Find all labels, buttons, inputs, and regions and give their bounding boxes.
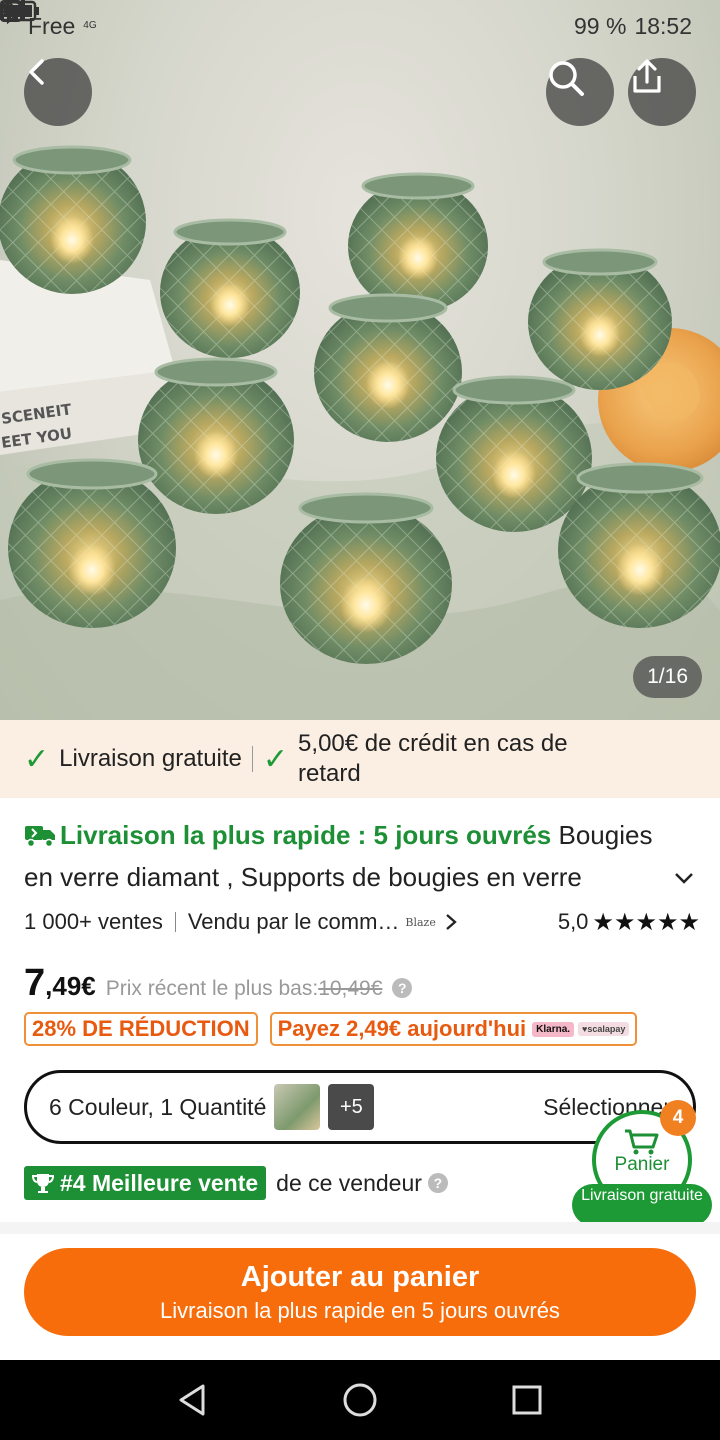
share-icon [633, 59, 661, 93]
best-seller-row[interactable]: #4 Meilleure vente de ce vendeur ? [24, 1166, 448, 1200]
section-divider [0, 1222, 720, 1234]
jar-1 [0, 145, 146, 294]
nav-recents-icon[interactable] [509, 1382, 545, 1418]
old-price: 10,49€ [318, 977, 383, 1000]
best-seller-label: #4 Meilleure vente [60, 1169, 259, 1196]
jar-4 [528, 248, 672, 390]
add-to-cart-button[interactable]: Ajouter au panier Livraison la plus rapi… [24, 1248, 696, 1336]
network-label: 4G [83, 20, 97, 31]
search-button[interactable] [546, 58, 614, 126]
nav-home-icon[interactable] [342, 1382, 378, 1418]
check-icon: ✓ [24, 742, 50, 776]
chevron-down-icon[interactable] [672, 866, 696, 890]
delivery-banner[interactable]: ✓ Livraison gratuite ✓ 5,00€ de crédit e… [0, 720, 720, 798]
jar-7 [436, 375, 592, 532]
price-row: 7,49€ Prix récent le plus bas:10,49€ ? [24, 962, 413, 1005]
add-to-cart-label: Ajouter au panier [240, 1260, 480, 1293]
jar-5 [314, 293, 462, 442]
image-counter: 1/16 [633, 656, 702, 698]
discount-badge: 28% DE RÉDUCTION [24, 1012, 258, 1046]
pay-today-label: Payez 2,49€ aujourd'hui [277, 1016, 527, 1041]
variant-thumbnail [274, 1084, 321, 1130]
discount-label: 28% DE RÉDUCTION [32, 1016, 250, 1041]
sales-seller-row: 1 000+ ventes Vendu par le comm… Blaze 5… [24, 905, 700, 939]
price-integer: 7 [24, 962, 46, 1004]
jar-3 [348, 172, 488, 312]
late-credit-label: 5,00€ de crédit en cas de retard [298, 730, 568, 787]
search-icon [549, 61, 584, 96]
product-image-gallery[interactable]: SCENEIT EET YOU Free 4G 99 % 18:52 1/16 [0, 0, 720, 720]
promo-badges: 28% DE RÉDUCTION Payez 2,49€ aujourd'hui… [24, 1012, 638, 1046]
cart-icon [625, 1129, 659, 1155]
best-seller-tag: #4 Meilleure vente [24, 1166, 267, 1200]
nav-back-icon[interactable] [175, 1382, 211, 1418]
recent-low-label: Prix récent le plus bas: [105, 977, 319, 1000]
system-nav-bar [0, 1360, 720, 1440]
back-button[interactable] [24, 58, 92, 126]
more-variants-thumbnail: +5 [328, 1084, 375, 1130]
chevron-right-icon[interactable] [444, 912, 458, 932]
trophy-icon [32, 1174, 54, 1193]
star-rating-icon: ★★★★★ [592, 908, 700, 936]
divider [251, 746, 253, 772]
best-seller-text: de ce vendeur [276, 1169, 422, 1196]
cart-free-shipping: Livraison gratuite [572, 1184, 712, 1226]
seller-link[interactable]: Vendu par le comm… [188, 909, 400, 935]
chevron-left-icon [29, 59, 44, 85]
help-icon[interactable]: ? [427, 1173, 448, 1193]
check-icon: ✓ [262, 742, 289, 776]
add-to-cart-sub: Livraison la plus rapide en 5 jours ouvr… [160, 1297, 560, 1323]
cart-count-badge: 4 [660, 1100, 696, 1136]
candle-holders-photo: SCENEIT EET YOU [0, 145, 720, 720]
rating-value: 5,0 [557, 909, 589, 934]
seller-logo: Blaze [405, 915, 436, 929]
installments-badge[interactable]: Payez 2,49€ aujourd'hui Klarna. ♥scalapa… [269, 1012, 638, 1046]
clock: 18:52 [634, 12, 692, 39]
battery-icon [0, 0, 39, 22]
jar-2 [160, 218, 300, 358]
divider [174, 912, 176, 932]
product-title[interactable]: Livraison la plus rapide : 5 jours ouvré… [24, 814, 674, 898]
klarna-logo: Klarna. [532, 1021, 575, 1037]
sales-count: 1 000+ ventes [24, 909, 163, 934]
free-shipping-label: Livraison gratuite [59, 745, 242, 772]
floating-cart-button[interactable]: Panier Livraison gratuite 4 [572, 1100, 712, 1226]
recent-low-price: Prix récent le plus bas:10,49€ ? [106, 977, 413, 1001]
share-button[interactable] [628, 58, 696, 126]
scalapay-logo: ♥scalapay [578, 1022, 630, 1036]
rating[interactable]: 5,0 ★★★★★ [558, 908, 700, 937]
fast-delivery-label: Livraison la plus rapide : 5 jours ouvré… [60, 820, 552, 850]
cart-label: Panier [614, 1154, 670, 1175]
help-icon[interactable]: ? [392, 978, 413, 998]
variant-label: 6 Couleur, 1 Quantité [49, 1093, 267, 1120]
status-bar: Free 4G 99 % 18:52 [0, 0, 720, 52]
price-decimal: ,49€ [45, 971, 96, 1001]
fast-truck-icon [25, 826, 55, 848]
current-price: 7,49€ [24, 962, 96, 1005]
battery-percent: 99 % [574, 12, 627, 39]
